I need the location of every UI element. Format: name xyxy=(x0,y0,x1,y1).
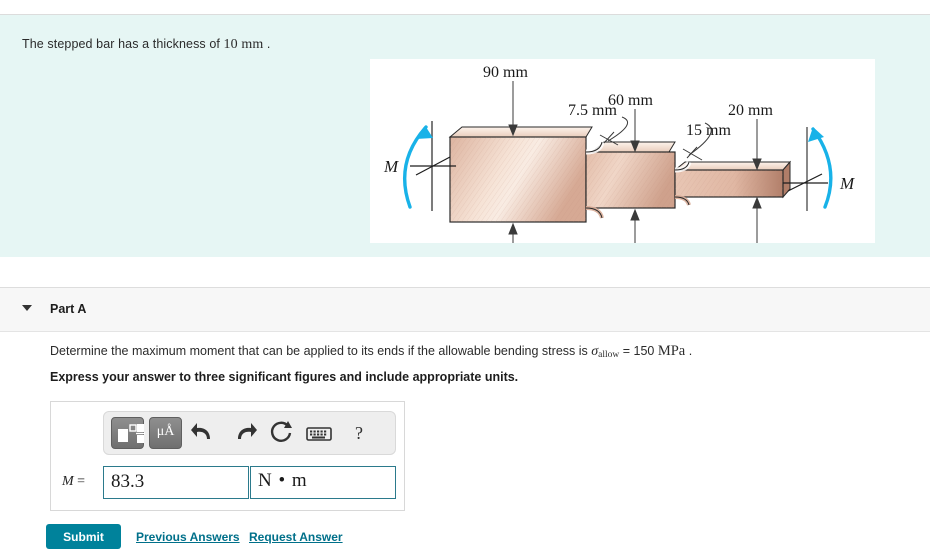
math-toolbar: μÅ ? xyxy=(103,411,396,455)
help-icon[interactable]: ? xyxy=(344,417,374,449)
dimension-label-20: 20 mm xyxy=(728,102,773,119)
redo-icon[interactable] xyxy=(228,417,258,449)
unit-icon[interactable]: μÅ xyxy=(149,417,182,449)
moment-right: M xyxy=(783,127,855,211)
answer-panel: μÅ ? M = 83.3 N • m xyxy=(50,401,405,511)
keyboard-icon[interactable] xyxy=(304,417,334,449)
dimension-label-15: 15 mm xyxy=(686,122,731,139)
moment-left: M xyxy=(383,121,456,211)
question-unit: MPa xyxy=(657,343,686,359)
moment-right-label: M xyxy=(839,174,855,193)
answer-unit-input[interactable]: N • m xyxy=(250,466,396,499)
problem-thickness-value: 10 mm xyxy=(223,37,264,52)
previous-answers-link[interactable]: Previous Answers xyxy=(136,530,240,544)
bar-section-large xyxy=(449,136,587,223)
question-text: Determine the maximum moment that can be… xyxy=(50,343,692,360)
template-icon[interactable] xyxy=(111,417,145,449)
dimension-label-75: 7.5 mm xyxy=(568,102,617,119)
unit-button-label: μÅ xyxy=(156,424,175,439)
moment-left-label: M xyxy=(383,157,399,176)
part-a-header[interactable]: Part A xyxy=(0,287,930,332)
help-button-label: ? xyxy=(355,423,363,443)
answer-unit-text: N • m xyxy=(258,470,308,491)
part-a-title: Part A xyxy=(50,302,87,316)
sigma-subscript: allow xyxy=(598,350,620,360)
reset-icon[interactable] xyxy=(266,417,296,449)
problem-statement-suffix: . xyxy=(263,37,271,51)
answer-value-text: 83.3 xyxy=(111,471,145,492)
bar-section-middle xyxy=(585,141,676,219)
problem-statement-panel: The stepped bar has a thickness of 10 mm… xyxy=(0,14,930,257)
submit-button[interactable]: Submit xyxy=(46,524,121,549)
figure-container: M M 90 mm 60 mm 7.5 mm 20 mm 15 mm xyxy=(370,59,875,243)
question-suffix: . xyxy=(685,344,693,358)
question-prefix: Determine the maximum moment that can be… xyxy=(50,344,592,358)
problem-statement-prefix: The stepped bar has a thickness of xyxy=(22,37,224,51)
stepped-bar-diagram: M M 90 mm 60 mm 7.5 mm 20 mm 15 mm xyxy=(383,64,855,243)
chevron-down-icon[interactable] xyxy=(22,305,32,311)
dimension-label-90: 90 mm xyxy=(483,64,528,81)
question-equals: = 150 xyxy=(619,344,658,358)
answer-label-equals: = xyxy=(73,474,86,489)
instruction-text: Express your answer to three significant… xyxy=(50,370,519,384)
answer-label: M = xyxy=(62,474,85,490)
answer-label-symbol: M xyxy=(62,474,74,489)
answer-value-input[interactable]: 83.3 xyxy=(103,466,249,499)
request-answer-link[interactable]: Request Answer xyxy=(249,530,343,544)
undo-icon[interactable] xyxy=(190,417,220,449)
problem-statement-text: The stepped bar has a thickness of 10 mm… xyxy=(22,37,270,53)
